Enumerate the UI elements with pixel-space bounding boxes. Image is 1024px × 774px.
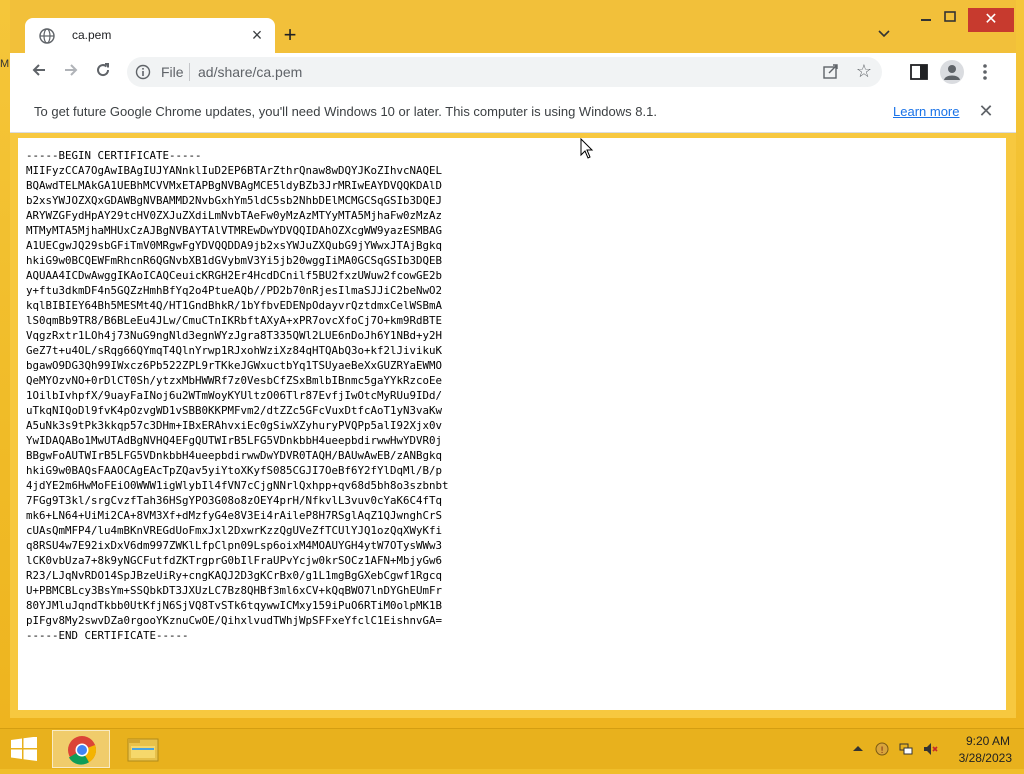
certificate-line: cUAsQmMFP4/lu4mBKnVREGdUoFmxJxl2DxwrKzzQ… — [26, 524, 443, 537]
maximize-button[interactable] — [938, 10, 962, 30]
certificate-line: lCK0vbUza7+8k9yNGCFutfdZKTrgprG0bIlFraUP… — [26, 554, 443, 567]
certificate-line: QeMYOzvNO+0rDlCT0Sh/ytzxMbHWWRf7z0VesbCf… — [26, 374, 443, 387]
bookmark-star-icon[interactable]: ☆ — [856, 61, 872, 82]
certificate-line: VqgzRxtr1LOh4j73NuG9ngNld3egnWYzJgra8T33… — [26, 329, 443, 342]
url-scheme-label: File — [161, 64, 184, 80]
certificate-line: 7FGg9T3kl/srgCvzfTah36HSgYPO3G08o8zOEY4p… — [26, 494, 443, 507]
browser-toolbar: File ad/share/ca.pem ☆ — [10, 53, 1016, 92]
certificate-line: 80YJMluJqndTkbb0UtKfjN6SjVQ8TvSTk6tqywwI… — [26, 599, 443, 612]
learn-more-link[interactable]: Learn more — [893, 104, 959, 119]
back-arrow-icon — [32, 64, 45, 76]
tab-ca-pem[interactable]: ca.pem × — [25, 18, 275, 53]
certificate-line: 4jdYE2m6HwMoFEiO0WWW1igWlybIl4fVN7cCjgNN… — [26, 479, 449, 492]
profile-avatar-button[interactable] — [940, 60, 964, 84]
back-button[interactable] — [26, 59, 52, 85]
file-explorer-taskbar-button[interactable] — [114, 730, 172, 768]
certificate-line: b2xsYWJOZXQxGDAWBgNVBAMMD2NvbGxhYm5ldC5s… — [26, 194, 443, 207]
reload-button[interactable] — [90, 59, 116, 85]
show-hidden-icons-chevron-icon[interactable] — [850, 741, 866, 757]
certificate-line: y+ftu3dkmDF4n5GQZzHmhBfYq2o4PtueAQb//PD2… — [26, 284, 443, 297]
certificate-line: bgawO9DG3Qh99IWxcz6Pb522ZPL9rTKkeJGWxuct… — [26, 359, 443, 372]
volume-muted-icon[interactable] — [922, 741, 938, 757]
certificate-line: MTMyMTA5MjhaMHUxCzAJBgNVBAYTAlVTMREwDwYD… — [26, 224, 443, 237]
clock-time[interactable]: 9:20 AM — [966, 734, 1010, 748]
minimize-icon — [921, 19, 931, 21]
infobar-close-icon[interactable]: ✕ — [974, 99, 998, 123]
address-bar[interactable]: File ad/share/ca.pem ☆ — [127, 57, 882, 87]
close-icon: ✕ — [984, 11, 998, 28]
certificate-line: mk6+LN64+UiMi2CA+8VM3Xf+dMzfyG4e8V3Ei4rA… — [26, 509, 443, 522]
update-infobar: To get future Google Chrome updates, you… — [10, 91, 1016, 133]
avatar-icon — [944, 65, 960, 80]
certificate-line: YwIDAQABo1MwUTAdBgNVHQ4EFgQUTWIrB5LFG5VD… — [26, 434, 443, 447]
maximize-icon — [944, 11, 956, 22]
certificate-line: A5uNk3s9tPk3kkqp57c3DHm+IBxERAhvxiEc0gSi… — [26, 419, 443, 432]
certificate-text: -----BEGIN CERTIFICATE----- MIIFyzCCA7Og… — [26, 148, 449, 643]
info-icon[interactable] — [135, 64, 151, 80]
certificate-line: uTkqNIQoDl9fvK4pOzvgWD1vSBB0KKPMFvm2/dtZ… — [26, 404, 443, 417]
certificate-line: hkiG9w0BCQEWFmRhcnR6QGNvbXB1dGVybmV3Yi5j… — [26, 254, 443, 267]
forward-button[interactable] — [58, 59, 84, 85]
chevron-down-icon — [878, 30, 890, 38]
share-icon[interactable] — [822, 63, 840, 81]
taskbar: ! 9:20 AM 3/28/2023 — [0, 728, 1024, 769]
infobar-message: To get future Google Chrome updates, you… — [34, 104, 657, 119]
certificate-line: ARYWZGFydHpAY29tcHV0ZXJuZXdiLmNvbTAeFw0y… — [26, 209, 443, 222]
kebab-menu-icon[interactable] — [974, 61, 996, 83]
window-close-button[interactable]: ✕ — [968, 8, 1014, 32]
certificate-line: -----END CERTIFICATE----- — [26, 629, 189, 642]
security-shield-icon[interactable]: ! — [874, 741, 890, 757]
certificate-line: -----BEGIN CERTIFICATE----- — [26, 149, 202, 162]
certificate-line: R23/LJqNvRDO14SpJBzeUiRy+cngKAQJ2D3gKCrB… — [26, 569, 443, 582]
chrome-icon — [68, 736, 97, 765]
certificate-line: BQAwdTELMAkGA1UEBhMCVVMxETAPBgNVBAgMCE5l… — [26, 179, 443, 192]
certificate-line: hkiG9w0BAQsFAAOCAgEAcTpZQav5yiYtoXKyfS08… — [26, 464, 443, 477]
url-text[interactable]: ad/share/ca.pem — [198, 64, 302, 80]
svg-text:!: ! — [880, 746, 884, 756]
certificate-line: 1OilbIvhpfX/9uayFaINoj6u2WTmWoyKYUltzO06… — [26, 389, 443, 402]
desktop-edge-label: M — [0, 58, 10, 70]
chrome-window: ca.pem × + ✕ File ad/share/ca.pem ☆ To g… — [10, 0, 1016, 718]
side-panel-icon[interactable] — [908, 61, 930, 83]
network-icon[interactable] — [898, 741, 914, 757]
clock-date[interactable]: 3/28/2023 — [959, 751, 1012, 765]
new-tab-button[interactable]: + — [278, 24, 302, 48]
tab-strip: ca.pem × + ✕ — [10, 0, 1016, 53]
minimize-button[interactable] — [914, 10, 938, 30]
certificate-line: GeZ7t+u4OL/sRqg66QYmqT4QlnYrwp1RJxohWziX… — [26, 344, 443, 357]
tab-close-icon[interactable]: × — [247, 25, 267, 45]
chrome-taskbar-button[interactable] — [52, 730, 110, 768]
certificate-line: lS0qmBb9TR8/B6BLeEu4JLw/CmuCTnIKRbftAXyA… — [26, 314, 443, 327]
omnibox-divider — [189, 63, 190, 81]
forward-arrow-icon — [65, 64, 78, 76]
folder-icon — [127, 738, 159, 762]
certificate-line: MIIFyzCCA7OgAwIBAgIUJYANnklIuD2EP6BTArZt… — [26, 164, 443, 177]
certificate-line: A1UECgwJQ29sbGFiTmV0MRgwFgYDVQQDDA9jb2xs… — [26, 239, 443, 252]
certificate-line: q8RSU4w7E92ixDxV6dm997ZWKlLfpClpn09Lsp6o… — [26, 539, 443, 552]
certificate-line: BBgwFoAUTWIrB5LFG5VDnkbbH4ueepbdirwwDwYD… — [26, 449, 443, 462]
tab-search-button[interactable] — [872, 26, 896, 46]
windows-start-icon[interactable] — [10, 737, 38, 761]
certificate-line: AQUAA4ICDwAwggIKAoICAQCeuicKRGH2Er4HcdDC… — [26, 269, 443, 282]
certificate-line: pIFgv8My2swvDZa0rgooYKznuCwOE/QihxlvudTW… — [26, 614, 443, 627]
certificate-line: kqlBIBIEY64Bh5MESMt4Q/HT1GndBhkR/1bYfbvE… — [26, 299, 443, 312]
page-content: -----BEGIN CERTIFICATE----- MIIFyzCCA7Og… — [18, 138, 1006, 710]
certificate-line: U+PBMCBLcy3BsYm+SSQbkDT3JXUzLC7Bz8QHBf3m… — [26, 584, 443, 597]
reload-icon — [97, 63, 110, 77]
globe-icon — [39, 28, 55, 44]
mouse-cursor-icon — [580, 138, 594, 159]
tab-title: ca.pem — [72, 28, 112, 42]
